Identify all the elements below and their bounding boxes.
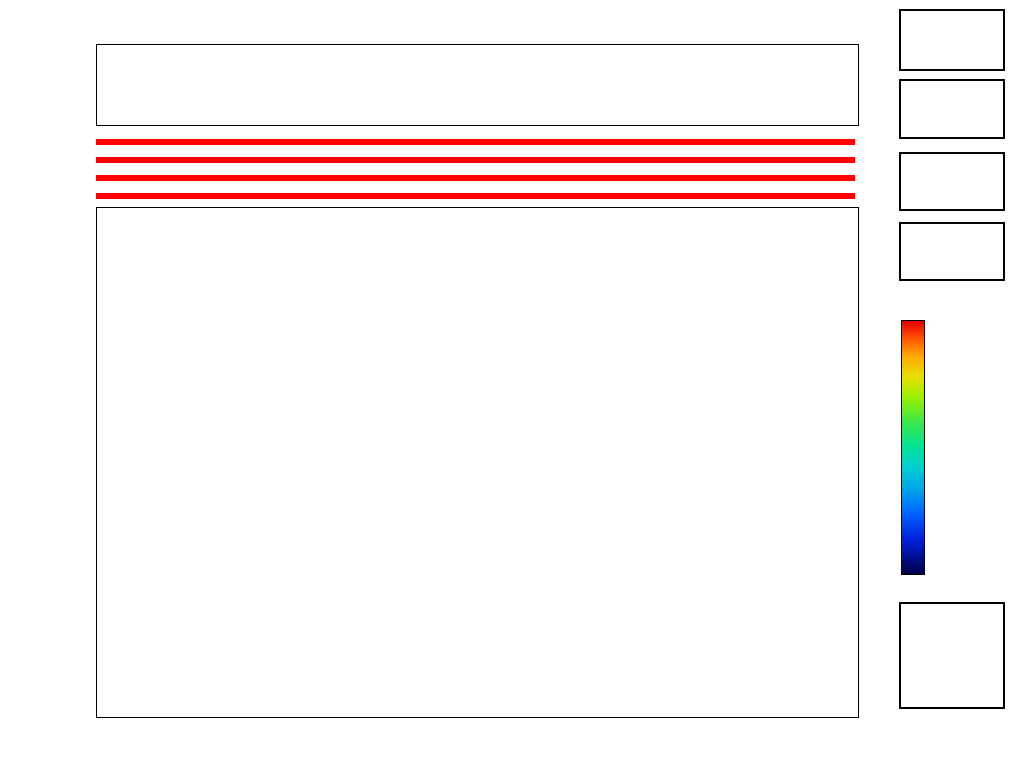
status-bar-resolution xyxy=(96,175,855,181)
gain-plot-frame xyxy=(96,44,859,126)
translation-box xyxy=(899,222,1005,281)
wbd-plot-page xyxy=(0,0,1024,768)
resolution-values xyxy=(901,160,1003,173)
antenna-values xyxy=(901,89,1003,108)
data-mode-values xyxy=(901,19,1003,38)
translation-values-row2 xyxy=(901,243,1003,256)
resolution-box xyxy=(899,152,1005,211)
translation-values-row1 xyxy=(901,228,1003,241)
spectrogram-frame xyxy=(96,207,859,718)
antenna-box xyxy=(899,79,1005,139)
colorbar-gradient xyxy=(901,320,925,575)
data-mode-box xyxy=(899,9,1005,71)
status-bar-antenna xyxy=(96,157,855,163)
status-bar-translation xyxy=(96,193,855,199)
status-bar-datamode xyxy=(96,139,855,145)
spectrogram-image xyxy=(97,208,858,717)
ephemeris-box xyxy=(899,602,1005,709)
